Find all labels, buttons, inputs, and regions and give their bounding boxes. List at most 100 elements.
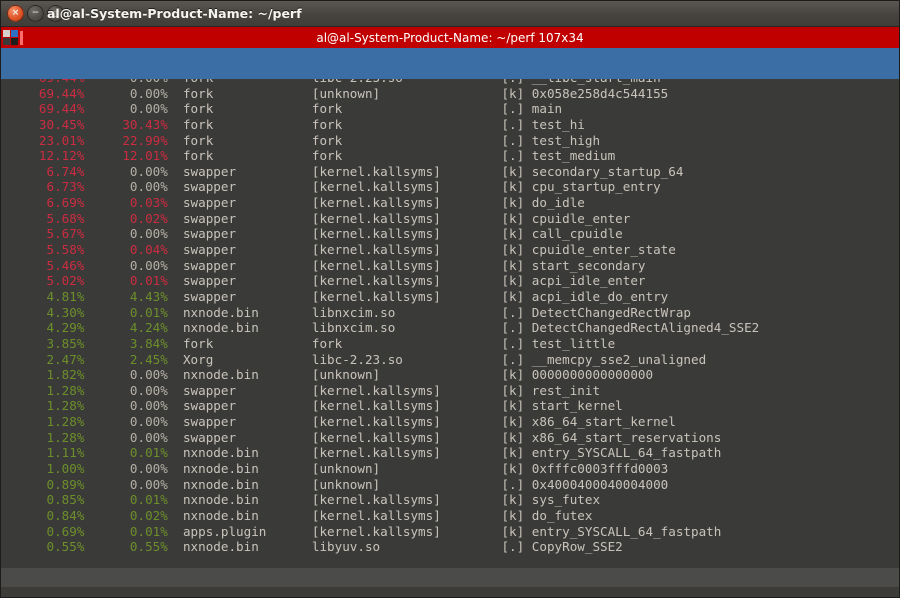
row-symbol: main bbox=[531, 101, 563, 117]
row-self-pct: 0.01% bbox=[84, 273, 168, 289]
row-command: swapper bbox=[167, 242, 312, 258]
perf-row[interactable]: 6.69% 0.03% swapper [kernel.kallsyms] [k… bbox=[1, 195, 899, 211]
row-command: swapper bbox=[167, 179, 312, 195]
row-shared-object: [kernel.kallsyms] bbox=[311, 195, 502, 211]
terminal-tab-bar[interactable]: al@al-System-Product-Name: ~/perf 107x34 bbox=[1, 27, 899, 48]
row-children-pct: 5.58% bbox=[1, 242, 85, 258]
perf-row[interactable]: 1.28% 0.00% swapper [kernel.kallsyms] [k… bbox=[1, 383, 899, 399]
row-children-pct: 2.47% bbox=[1, 351, 85, 367]
row-symbol: x86_64_start_reservations bbox=[531, 429, 722, 445]
perf-row[interactable]: 5.67% 0.00% swapper [kernel.kallsyms] [k… bbox=[1, 226, 899, 242]
perf-row[interactable]: 0.69% 0.01% apps.plugin [kernel.kallsyms… bbox=[1, 524, 899, 540]
row-command: swapper bbox=[167, 382, 312, 398]
row-symbol: call_cpuidle bbox=[531, 226, 623, 242]
row-command: swapper bbox=[167, 257, 312, 273]
row-symbol-kind: [k] bbox=[501, 461, 532, 477]
row-children-pct: 6.74% bbox=[1, 163, 85, 179]
row-symbol: acpi_idle_do_entry bbox=[531, 288, 669, 304]
perf-row[interactable]: 69.44% 0.00% fork [unknown] [k] 0x058e25… bbox=[1, 86, 899, 102]
perf-row[interactable]: 0.89% 0.00% nxnode.bin [unknown] [.] 0x4… bbox=[1, 477, 899, 493]
perf-row[interactable]: 4.30% 0.01% nxnode.bin libnxcim.so [.] D… bbox=[1, 305, 899, 321]
maximize-icon: □ bbox=[51, 8, 60, 18]
perf-row[interactable]: 5.02% 0.01% swapper [kernel.kallsyms] [k… bbox=[1, 273, 899, 289]
row-self-pct: 0.55% bbox=[84, 539, 168, 555]
row-command: fork bbox=[167, 148, 312, 164]
perf-row[interactable]: 23.01% 22.99% fork fork [.] test_high bbox=[1, 133, 899, 149]
perf-row[interactable]: 0.85% 0.01% nxnode.bin [kernel.kallsyms]… bbox=[1, 492, 899, 508]
perf-row[interactable]: 30.45% 30.43% fork fork [.] test_hi bbox=[1, 117, 899, 133]
perf-row[interactable]: 4.29% 4.24% nxnode.bin libnxcim.so [.] D… bbox=[1, 320, 899, 336]
perf-row[interactable]: 69.44% 0.00% fork fork [.] main bbox=[1, 101, 899, 117]
row-symbol-kind: [k] bbox=[501, 523, 532, 539]
row-self-pct: 0.00% bbox=[84, 163, 168, 179]
perf-row[interactable]: 6.74% 0.00% swapper [kernel.kallsyms] [k… bbox=[1, 164, 899, 180]
row-children-pct: 1.28% bbox=[1, 414, 85, 430]
row-self-pct: 0.00% bbox=[84, 461, 168, 477]
perf-row[interactable]: 0.55% 0.55% nxnode.bin libyuv.so [.] Cop… bbox=[1, 539, 899, 555]
row-shared-object: libc-2.23.so bbox=[311, 351, 502, 367]
row-command: swapper bbox=[167, 195, 312, 211]
row-children-pct: 0.84% bbox=[1, 507, 85, 523]
row-children-pct: 12.12% bbox=[1, 148, 85, 164]
row-shared-object: libnxcim.so bbox=[311, 320, 502, 336]
row-shared-object: fork bbox=[311, 335, 502, 351]
row-symbol: 0x058e258d4c544155 bbox=[531, 85, 669, 101]
row-self-pct: 2.45% bbox=[84, 351, 168, 367]
perf-row[interactable]: 5.58% 0.04% swapper [kernel.kallsyms] [k… bbox=[1, 242, 899, 258]
row-shared-object: [kernel.kallsyms] bbox=[311, 242, 502, 258]
row-symbol-kind: [k] bbox=[501, 242, 532, 258]
perf-row[interactable]: 1.82% 0.00% nxnode.bin [unknown] [k] 000… bbox=[1, 367, 899, 383]
row-self-pct: 0.03% bbox=[84, 195, 168, 211]
row-children-pct: 30.45% bbox=[1, 116, 85, 132]
row-children-pct: 1.00% bbox=[1, 461, 85, 477]
row-symbol: test_medium bbox=[531, 148, 616, 164]
row-symbol-kind: [k] bbox=[501, 367, 532, 383]
perf-row[interactable]: 1.11% 0.01% nxnode.bin [kernel.kallsyms]… bbox=[1, 445, 899, 461]
row-shared-object: [kernel.kallsyms] bbox=[311, 445, 502, 461]
row-symbol-kind: [k] bbox=[501, 288, 532, 304]
row-self-pct: 0.00% bbox=[84, 101, 168, 117]
row-shared-object: [kernel.kallsyms] bbox=[311, 429, 502, 445]
row-children-pct: 1.28% bbox=[1, 429, 85, 445]
perf-row[interactable]: 2.47% 2.45% Xorg libc-2.23.so [.] __memc… bbox=[1, 352, 899, 368]
row-symbol-kind: [k] bbox=[501, 226, 532, 242]
row-shared-object: fork bbox=[311, 101, 502, 117]
row-self-pct: 0.01% bbox=[84, 523, 168, 539]
close-button[interactable]: × bbox=[7, 5, 24, 22]
perf-row[interactable]: 1.28% 0.00% swapper [kernel.kallsyms] [k… bbox=[1, 398, 899, 414]
perf-row[interactable]: 5.68% 0.02% swapper [kernel.kallsyms] [k… bbox=[1, 211, 899, 227]
row-shared-object: fork bbox=[311, 148, 502, 164]
row-symbol: acpi_idle_enter bbox=[531, 273, 646, 289]
row-symbol: __libc_start_main bbox=[532, 79, 661, 85]
minimize-button[interactable]: − bbox=[27, 5, 44, 22]
row-symbol: entry_SYSCALL_64_fastpath bbox=[531, 523, 722, 539]
row-shared-object: [kernel.kallsyms] bbox=[311, 398, 502, 414]
row-symbol: test_high bbox=[531, 132, 601, 148]
window-title: al@al-System-Product-Name: ~/perf bbox=[47, 6, 302, 21]
row-shared-object: [kernel.kallsyms] bbox=[311, 163, 502, 179]
perf-row[interactable]: 12.12% 12.01% fork fork [.] test_medium bbox=[1, 148, 899, 164]
perf-row[interactable]: 0.84% 0.02% nxnode.bin [kernel.kallsyms]… bbox=[1, 508, 899, 524]
perf-row[interactable]: 4.81% 4.43% swapper [kernel.kallsyms] [k… bbox=[1, 289, 899, 305]
row-symbol-kind: [.] bbox=[501, 539, 532, 555]
perf-row[interactable]: 5.46% 0.00% swapper [kernel.kallsyms] [k… bbox=[1, 258, 899, 274]
tab-cursor-marker bbox=[20, 30, 23, 45]
row-self-pct: 0.00% bbox=[84, 429, 168, 445]
perf-row[interactable]: 1.28% 0.00% swapper [kernel.kallsyms] [k… bbox=[1, 414, 899, 430]
perf-report-body[interactable]: 69.44% 0.00% fork libc-2.23.so [.] __lib… bbox=[1, 79, 899, 568]
perf-row[interactable]: 3.85% 3.84% fork fork [.] test_little bbox=[1, 336, 899, 352]
perf-row[interactable]: 6.73% 0.00% swapper [kernel.kallsyms] [k… bbox=[1, 179, 899, 195]
window-bottom-edge bbox=[1, 587, 899, 597]
perf-row[interactable]: 1.00% 0.00% nxnode.bin [unknown] [k] 0xf… bbox=[1, 461, 899, 477]
row-children-pct: 1.11% bbox=[1, 445, 85, 461]
window-controls: × − □ bbox=[7, 5, 64, 22]
perf-row[interactable]: 1.28% 0.00% swapper [kernel.kallsyms] [k… bbox=[1, 430, 899, 446]
row-command: swapper bbox=[167, 226, 312, 242]
row-symbol: entry_SYSCALL_64_fastpath bbox=[531, 445, 722, 461]
row-self-pct: 0.01% bbox=[84, 492, 168, 508]
maximize-button[interactable]: □ bbox=[47, 5, 64, 22]
row-command: swapper bbox=[167, 163, 312, 179]
row-symbol: test_hi bbox=[531, 116, 585, 132]
row-children-pct: 4.29% bbox=[1, 320, 85, 336]
perf-row[interactable]: 69.44% 0.00% fork libc-2.23.so [.] __lib… bbox=[1, 79, 899, 86]
